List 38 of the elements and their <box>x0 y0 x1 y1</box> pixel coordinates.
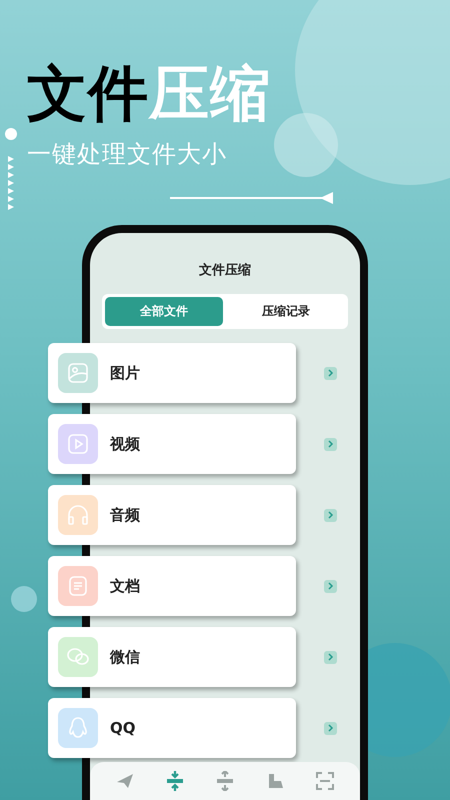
file-type-card[interactable]: 音频 <box>48 485 296 545</box>
file-type-label: QQ <box>110 719 136 737</box>
file-type-card[interactable]: QQ <box>48 698 296 758</box>
chat-bubbles-icon <box>66 646 90 668</box>
headline: 文件压缩 <box>27 58 272 130</box>
subtitle: 一键处理文件大小 <box>27 139 228 170</box>
document-icon <box>67 575 89 597</box>
nav-button[interactable] <box>164 770 186 792</box>
chevron-icon[interactable] <box>324 650 337 664</box>
file-type-label: 视频 <box>110 434 140 454</box>
play-icon <box>67 433 89 455</box>
chevron-icon[interactable] <box>324 508 337 522</box>
compress-icon <box>166 771 184 791</box>
file-type-card[interactable]: 文档 <box>48 556 296 616</box>
expand-icon <box>216 771 234 791</box>
file-type-card[interactable]: 视频 <box>48 414 296 474</box>
penguin-icon <box>67 716 89 740</box>
file-type-label: 文档 <box>110 576 140 596</box>
nav-button[interactable] <box>314 770 336 792</box>
headphones-icon <box>66 504 90 526</box>
tab[interactable]: 压缩记录 <box>227 297 345 326</box>
chevron-icon[interactable] <box>324 366 337 380</box>
nav-button[interactable] <box>214 770 236 792</box>
file-type-label: 微信 <box>110 648 140 666</box>
decorative-circle <box>11 586 37 612</box>
screen-title: 文件压缩 <box>199 262 251 279</box>
paper-plane-icon <box>116 773 134 789</box>
file-type-card[interactable]: 图片 <box>48 343 296 403</box>
triangle-markers-drawing <box>8 156 14 210</box>
image-icon <box>67 362 89 384</box>
file-type-label: 音频 <box>110 506 140 524</box>
chevron-icon[interactable] <box>324 722 337 734</box>
file-type-card[interactable]: 微信 <box>48 627 296 687</box>
file-type-label: 图片 <box>110 364 140 382</box>
chevron-icon[interactable] <box>324 580 337 592</box>
scan-icon <box>316 772 334 790</box>
decorative-dot <box>5 128 17 140</box>
chevron-icon[interactable] <box>324 438 337 450</box>
